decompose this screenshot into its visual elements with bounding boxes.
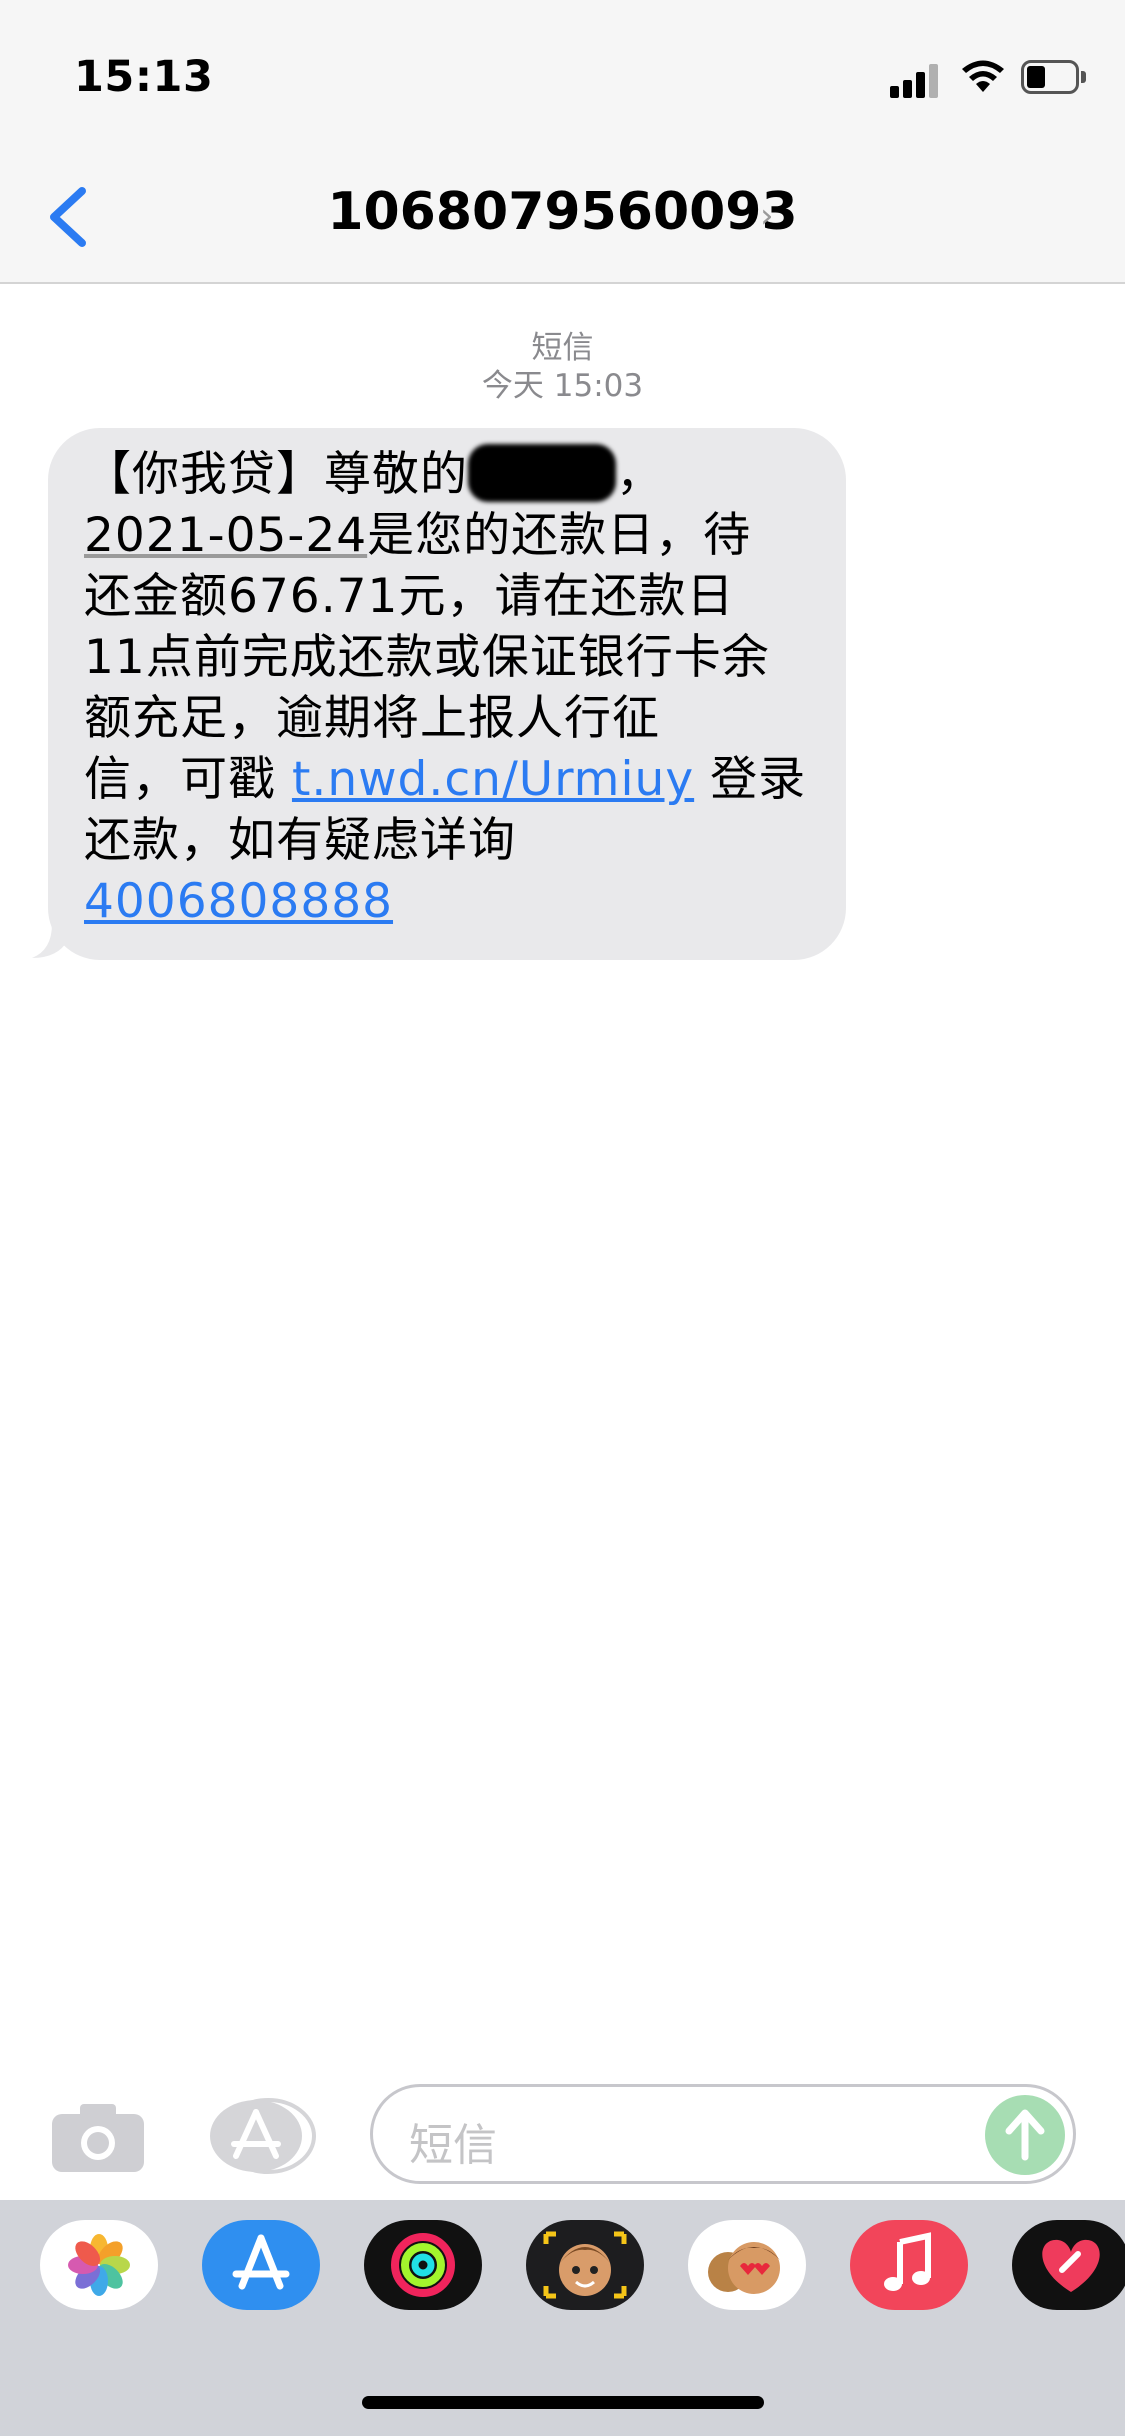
message-line-7: 还款，如有疑虑详询 [84, 813, 516, 868]
message-line-2: 是您的还款日，待 [367, 508, 752, 563]
home-indicator[interactable] [362, 2396, 764, 2409]
message-input-placeholder: 短信 [409, 2120, 497, 2171]
cellular-signal-icon [890, 62, 938, 98]
message-timestamp: 今天 15:03 [481, 368, 644, 404]
contact-title[interactable]: 1068079560093 [0, 182, 1125, 242]
compose-bar: 短信 [0, 2070, 1125, 2200]
message-line-3: 还金额676.71元，请在还款日 [84, 569, 735, 624]
contact-details-chevron-icon[interactable]: › [760, 196, 774, 236]
message-line-1-prefix: 【你我贷】尊敬的 [84, 447, 468, 502]
battery-icon [1021, 60, 1087, 96]
message-phone-link[interactable]: 4006808888 [84, 874, 393, 929]
music-icon[interactable] [850, 2220, 968, 2310]
message-input[interactable]: 短信 [370, 2084, 1076, 2184]
navigation-bar: 1068079560093 › [0, 150, 1125, 284]
message-line-5: 额充足，逾期将上报人行征 [84, 691, 660, 746]
photos-icon[interactable] [40, 2220, 158, 2310]
message-url-link[interactable]: t.nwd.cn/Urmiuy [292, 752, 694, 807]
wifi-icon [962, 60, 1004, 92]
digital-touch-icon[interactable] [1012, 2220, 1125, 2310]
memoji-camera-icon[interactable] [526, 2220, 644, 2310]
message-date[interactable]: 2021-05-24 [84, 508, 367, 563]
message-line-4: 11点前完成还款或保证银行卡余 [84, 630, 770, 685]
message-line-6-prefix: 信，可戳 [84, 752, 292, 807]
send-arrow-icon[interactable] [985, 2095, 1065, 2175]
status-bar: 15:13 [0, 0, 1125, 150]
apps-button-icon[interactable] [208, 2098, 318, 2174]
status-time: 15:13 [74, 52, 214, 102]
contact-number[interactable]: 1068079560093 [327, 182, 797, 242]
message-text: 【你我贷】尊敬的 ， 2021-05-24是您的还款日，待 还金额676.71元，… [84, 444, 824, 932]
camera-icon[interactable] [50, 2102, 146, 2174]
app-store-icon[interactable] [202, 2220, 320, 2310]
message-line-1-suffix: ， [616, 447, 664, 502]
activity-icon[interactable] [364, 2220, 482, 2310]
memoji-stickers-icon[interactable] [688, 2220, 806, 2310]
message-line-6-suffix: 登录 [694, 752, 807, 807]
redacted-name [468, 444, 616, 502]
